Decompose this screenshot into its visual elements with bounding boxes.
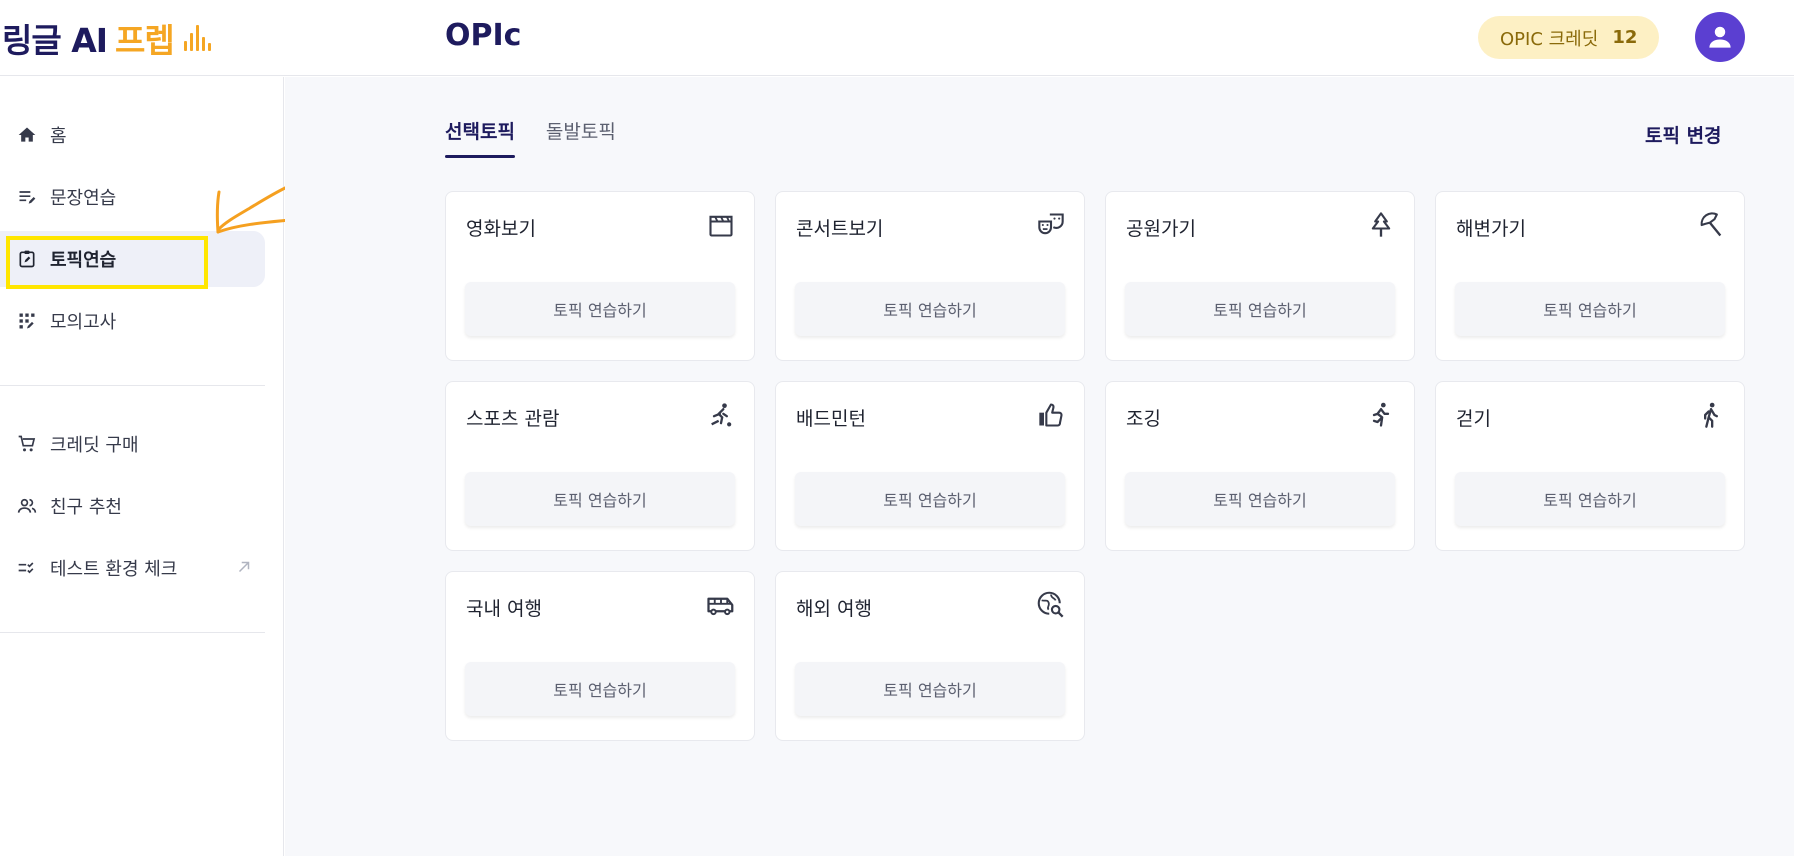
movie-clapper-icon xyxy=(706,210,736,240)
topic-card: 영화보기 토픽 연습하기 xyxy=(445,191,755,361)
credit-label: OPIC 크레딧 xyxy=(1500,28,1599,50)
topic-card: 해외 여행 토픽 연습하기 xyxy=(775,571,1085,741)
tab-surprise-topics[interactable]: 돌발토픽 xyxy=(546,117,616,158)
practice-topic-button[interactable]: 토픽 연습하기 xyxy=(795,282,1065,336)
theater-masks-icon xyxy=(1036,210,1066,240)
practice-topic-button[interactable]: 토픽 연습하기 xyxy=(795,662,1065,716)
home-icon xyxy=(16,124,38,146)
sidebar-item-refer-friend[interactable]: 친구 추천 xyxy=(0,478,265,534)
sidebar-item-label: 홈 xyxy=(50,126,67,147)
topic-card: 조깅 토픽 연습하기 xyxy=(1105,381,1415,551)
sidebar-item-label: 테스트 환경 체크 xyxy=(50,559,178,580)
topic-card-title: 콘서트보기 xyxy=(796,218,884,240)
edit-list-icon xyxy=(16,186,38,208)
topic-card: 걷기 토픽 연습하기 xyxy=(1435,381,1745,551)
topic-card-title: 공원가기 xyxy=(1126,218,1196,240)
sidebar-item-topic-practice[interactable]: 토픽연습 xyxy=(0,231,265,287)
tree-icon xyxy=(1366,210,1396,240)
practice-topic-button[interactable]: 토픽 연습하기 xyxy=(1125,472,1395,526)
tab-selected-topics[interactable]: 선택토픽 xyxy=(445,117,515,158)
topic-card: 해변가기 토픽 연습하기 xyxy=(1435,191,1745,361)
people-icon xyxy=(16,495,38,517)
topic-card-title: 해변가기 xyxy=(1456,218,1526,240)
logo-main-text: 링글 AI xyxy=(2,21,108,60)
sidebar-item-sentence-practice[interactable]: 문장연습 xyxy=(0,169,265,225)
bus-icon xyxy=(706,590,736,620)
checklist-icon xyxy=(16,557,38,579)
topic-tabs: 선택토픽 돌발토픽 xyxy=(445,117,616,158)
topic-card-title: 영화보기 xyxy=(466,218,536,240)
sidebar-item-buy-credits[interactable]: 크레딧 구매 xyxy=(0,416,265,472)
credit-count: 12 xyxy=(1612,27,1638,48)
topic-card-title: 스포츠 관람 xyxy=(466,408,560,430)
change-topic-button[interactable]: 토픽 변경 xyxy=(1645,121,1722,148)
app-header: 링글 AI 프렙 OPIc OPIC 크레딧 12 xyxy=(0,0,1794,76)
topic-card-title: 걷기 xyxy=(1456,408,1491,430)
credit-badge[interactable]: OPIC 크레딧 12 xyxy=(1478,16,1660,59)
topic-card: 콘서트보기 토픽 연습하기 xyxy=(775,191,1085,361)
topic-card-title: 국내 여행 xyxy=(466,598,542,620)
topic-card: 공원가기 토픽 연습하기 xyxy=(1105,191,1415,361)
topic-card: 국내 여행 토픽 연습하기 xyxy=(445,571,755,741)
practice-topic-button[interactable]: 토픽 연습하기 xyxy=(795,472,1065,526)
main-content: 선택토픽 돌발토픽 토픽 변경 영화보기 토픽 연습하기 콘서트보기 토픽 연습… xyxy=(285,77,1794,856)
sidebar-item-label: 모의고사 xyxy=(50,312,117,333)
globe-search-icon xyxy=(1036,590,1066,620)
practice-topic-button[interactable]: 토픽 연습하기 xyxy=(465,282,735,336)
app-logo[interactable]: 링글 AI 프렙 xyxy=(2,16,211,60)
practice-topic-button[interactable]: 토픽 연습하기 xyxy=(465,472,735,526)
thumbs-up-icon xyxy=(1036,400,1066,430)
sports-hockey-icon xyxy=(706,400,736,430)
topic-card-grid: 영화보기 토픽 연습하기 콘서트보기 토픽 연습하기 공원가기 토픽 연습하기 … xyxy=(445,191,1745,741)
logo-bars-icon xyxy=(183,25,211,51)
clipboard-edit-icon xyxy=(16,248,38,270)
sidebar: 홈 문장연습 토픽연습 모의고사 크레딧 구매 친구 추천 테스트 환경 체크 xyxy=(0,77,284,856)
beach-umbrella-icon xyxy=(1696,210,1726,240)
sidebar-item-label: 크레딧 구매 xyxy=(50,435,139,456)
cart-icon xyxy=(16,433,38,455)
logo-sub-text: 프렙 xyxy=(115,21,175,60)
user-icon xyxy=(1705,22,1735,52)
sidebar-item-label: 토픽연습 xyxy=(50,250,117,271)
practice-topic-button[interactable]: 토픽 연습하기 xyxy=(465,662,735,716)
practice-topic-button[interactable]: 토픽 연습하기 xyxy=(1455,282,1725,336)
practice-topic-button[interactable]: 토픽 연습하기 xyxy=(1455,472,1725,526)
page-title: OPIc xyxy=(445,18,522,53)
topic-card-title: 해외 여행 xyxy=(796,598,872,620)
sidebar-item-test-env-check[interactable]: 테스트 환경 체크 xyxy=(0,540,265,596)
sidebar-item-label: 친구 추천 xyxy=(50,497,122,518)
topic-card-title: 배드민턴 xyxy=(796,408,866,430)
avatar[interactable] xyxy=(1695,12,1745,62)
grid-edit-icon xyxy=(16,310,38,332)
sidebar-divider xyxy=(0,385,265,386)
topic-card-title: 조깅 xyxy=(1126,408,1161,430)
sidebar-item-mock-test[interactable]: 모의고사 xyxy=(0,293,265,349)
topic-card: 배드민턴 토픽 연습하기 xyxy=(775,381,1085,551)
sidebar-item-home[interactable]: 홈 xyxy=(0,107,265,163)
running-icon xyxy=(1366,400,1396,430)
sidebar-divider xyxy=(0,632,265,633)
arrow-up-right-icon xyxy=(235,558,253,576)
topic-card: 스포츠 관람 토픽 연습하기 xyxy=(445,381,755,551)
walking-icon xyxy=(1696,400,1726,430)
sidebar-item-label: 문장연습 xyxy=(50,188,117,209)
practice-topic-button[interactable]: 토픽 연습하기 xyxy=(1125,282,1395,336)
